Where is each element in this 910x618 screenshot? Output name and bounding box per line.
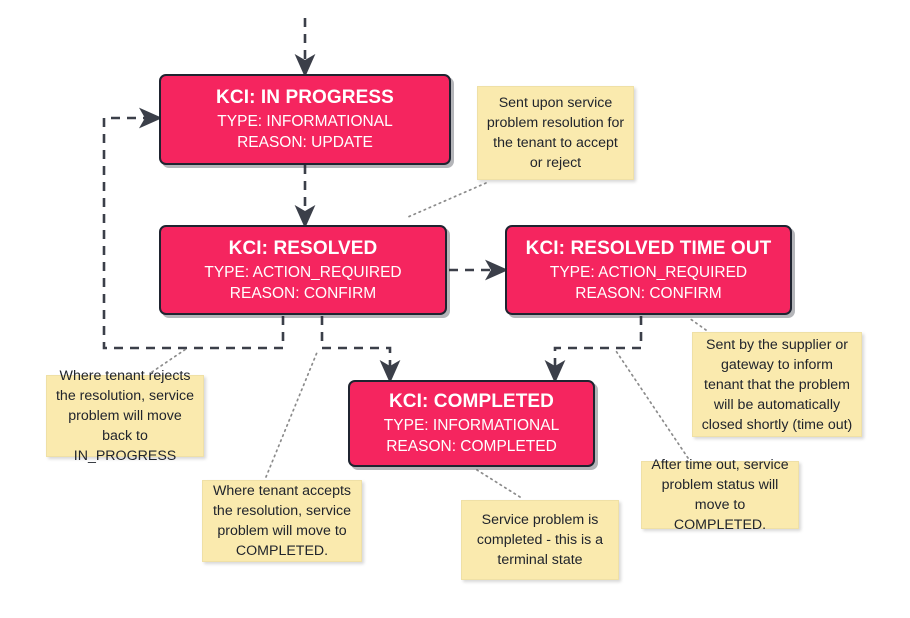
leader-note-terminal <box>476 469 521 498</box>
note-terminal[interactable]: Service problem is completed - this is a… <box>461 500 619 580</box>
node-reason: REASON: CONFIRM <box>229 284 377 302</box>
node-in-progress[interactable]: KCI: IN PROGRESS TYPE: INFORMATIONAL REA… <box>159 74 451 165</box>
note-accept[interactable]: Where tenant accepts the resolution, ser… <box>202 480 362 562</box>
node-completed[interactable]: KCI: COMPLETED TYPE: INFORMATIONAL REASO… <box>348 380 595 467</box>
node-title: KCI: COMPLETED <box>388 391 554 412</box>
leader-note-after-time-out <box>615 350 689 459</box>
note-text: Where tenant rejects the resolution, ser… <box>55 368 194 464</box>
leader-note-time-out <box>688 317 707 331</box>
node-title: KCI: RESOLVED TIME OUT <box>525 237 772 259</box>
note-after-time-out[interactable]: After time out, service problem status w… <box>641 457 799 533</box>
connector-resolved-to-completed <box>320 316 401 384</box>
node-type: TYPE: INFORMATIONAL <box>217 113 393 130</box>
node-type: TYPE: INFORMATIONAL <box>383 417 560 434</box>
note-text: Sent upon service problem resolution for… <box>486 95 625 171</box>
note-text: Service problem is completed - this is a… <box>476 512 604 568</box>
leader-note-resolved <box>407 182 487 218</box>
note-text: Sent by the supplier or gateway to infor… <box>701 336 853 433</box>
node-title: KCI: IN PROGRESS <box>216 87 394 108</box>
connector-time-out-to-completed <box>544 316 643 384</box>
node-resolved[interactable]: KCI: RESOLVED TYPE: ACTION_REQUIRED REAS… <box>159 225 447 315</box>
node-reason: REASON: CONFIRM <box>575 284 722 302</box>
note-text: After time out, service problem status w… <box>651 457 789 533</box>
node-type: TYPE: ACTION_REQUIRED <box>549 263 748 281</box>
node-reason: REASON: UPDATE <box>237 134 373 151</box>
node-type: TYPE: ACTION_REQUIRED <box>204 263 402 281</box>
note-resolved[interactable]: Sent upon service problem resolution for… <box>477 86 634 180</box>
node-title: KCI: RESOLVED <box>228 237 378 259</box>
note-time-out[interactable]: Sent by the supplier or gateway to infor… <box>692 332 862 437</box>
note-reject[interactable]: Where tenant rejects the resolution, ser… <box>46 368 204 464</box>
diagram-canvas: KCI: IN PROGRESS TYPE: INFORMATIONAL REA… <box>0 0 910 618</box>
leader-note-accept <box>265 349 319 478</box>
node-resolved-time-out[interactable]: KCI: RESOLVED TIME OUT TYPE: ACTION_REQU… <box>505 225 792 315</box>
node-reason: REASON: COMPLETED <box>386 438 557 455</box>
note-text: Where tenant accepts the resolution, ser… <box>212 483 351 559</box>
